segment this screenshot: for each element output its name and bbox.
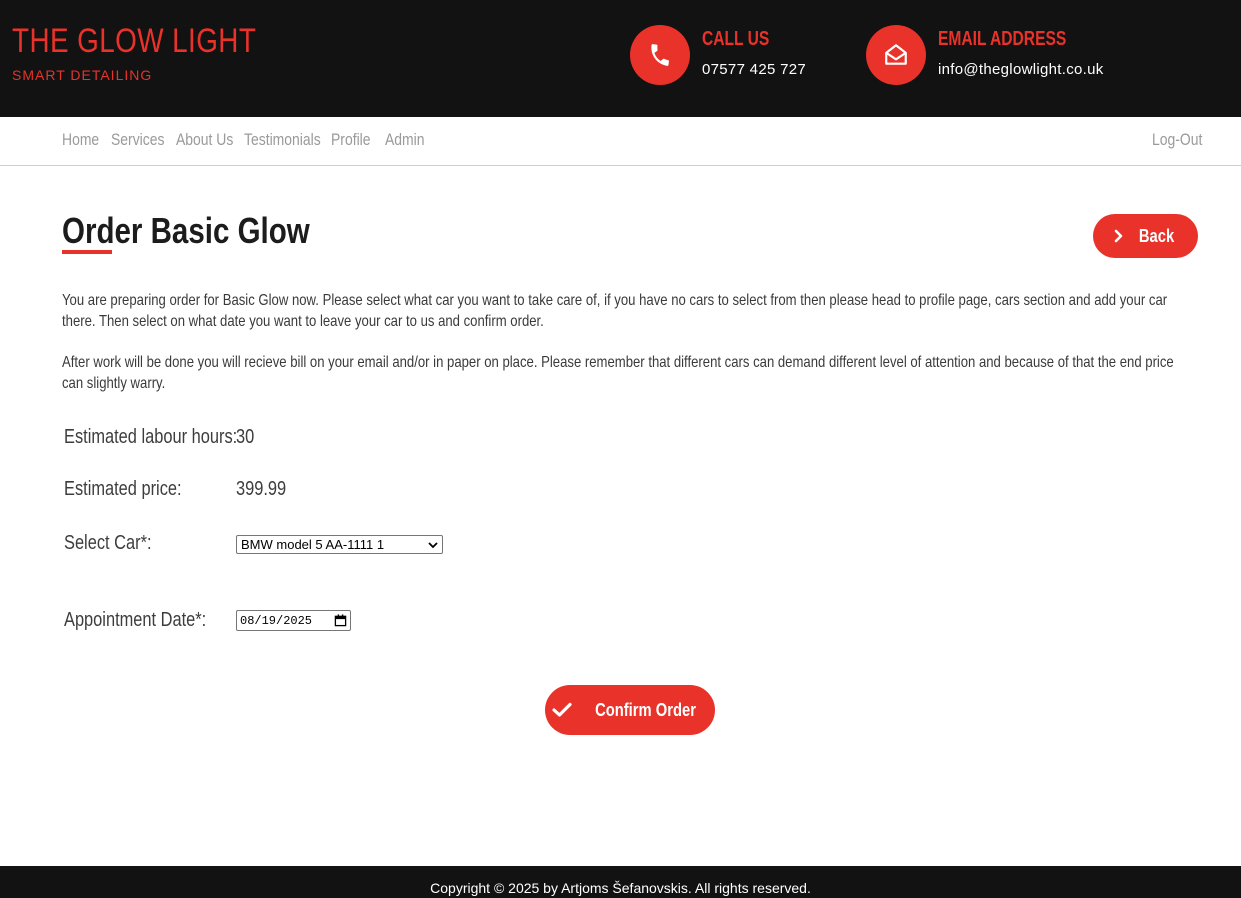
chevron-down-icon — [428, 541, 438, 548]
order-instructions: You are preparing order for Basic Glow n… — [62, 292, 1168, 330]
nav-services[interactable]: Services — [111, 130, 164, 150]
brand-subtitle: SMART DETAILING — [12, 67, 153, 83]
car-select[interactable]: BMW model 5 AA-1111 1 — [236, 535, 443, 554]
confirm-order-button[interactable]: Confirm Order — [545, 685, 715, 735]
email-title: EMAIL ADDRESS — [938, 28, 1067, 50]
price-value: 399.99 — [236, 478, 287, 500]
appointment-date-label: Appointment Date*: — [64, 609, 207, 631]
page-title: Order Basic Glow — [62, 210, 310, 251]
confirm-order-label: Confirm Order — [595, 699, 697, 720]
billing-note: After work will be done you will recieve… — [62, 354, 1174, 392]
nav-about-us[interactable]: About Us — [176, 130, 233, 150]
labour-hours-label: Estimated labour hours: — [64, 426, 238, 448]
main-nav: Home Services About Us Testimonials Prof… — [0, 117, 1241, 166]
copyright-text: Copyright © 2025 by Artjoms Šefanovskis.… — [430, 880, 811, 896]
nav-testimonials[interactable]: Testimonials — [244, 130, 321, 150]
back-button[interactable]: Back — [1093, 214, 1198, 258]
price-label: Estimated price: — [64, 478, 182, 500]
email-address[interactable]: info@theglowlight.co.uk — [938, 61, 1104, 78]
nav-home[interactable]: Home — [62, 130, 99, 150]
nav-logout[interactable]: Log-Out — [1152, 130, 1202, 150]
checkmark-icon — [552, 702, 573, 717]
envelope-open-icon — [866, 25, 926, 85]
appointment-date-input[interactable]: 08/19/2025 — [236, 610, 351, 631]
nav-profile[interactable]: Profile — [331, 130, 371, 150]
brand-title[interactable]: THE GLOW LIGHT — [12, 22, 256, 61]
date-value: 08/19/2025 — [240, 613, 313, 628]
calendar-icon[interactable] — [334, 614, 347, 627]
car-select-value: BMW model 5 AA-1111 1 — [241, 537, 385, 552]
phone-icon — [630, 25, 690, 85]
nav-admin[interactable]: Admin — [385, 130, 425, 150]
top-header: THE GLOW LIGHT SMART DETAILING CALL US 0… — [0, 0, 1241, 117]
title-underline — [62, 250, 112, 254]
footer: Copyright © 2025 by Artjoms Šefanovskis.… — [0, 866, 1241, 898]
chevron-right-icon — [1114, 229, 1123, 243]
call-us-title: CALL US — [702, 28, 770, 50]
back-button-label: Back — [1138, 225, 1175, 246]
phone-number[interactable]: 07577 425 727 — [702, 61, 806, 78]
select-car-label: Select Car*: — [64, 532, 152, 554]
labour-hours-value: 30 — [236, 426, 255, 448]
